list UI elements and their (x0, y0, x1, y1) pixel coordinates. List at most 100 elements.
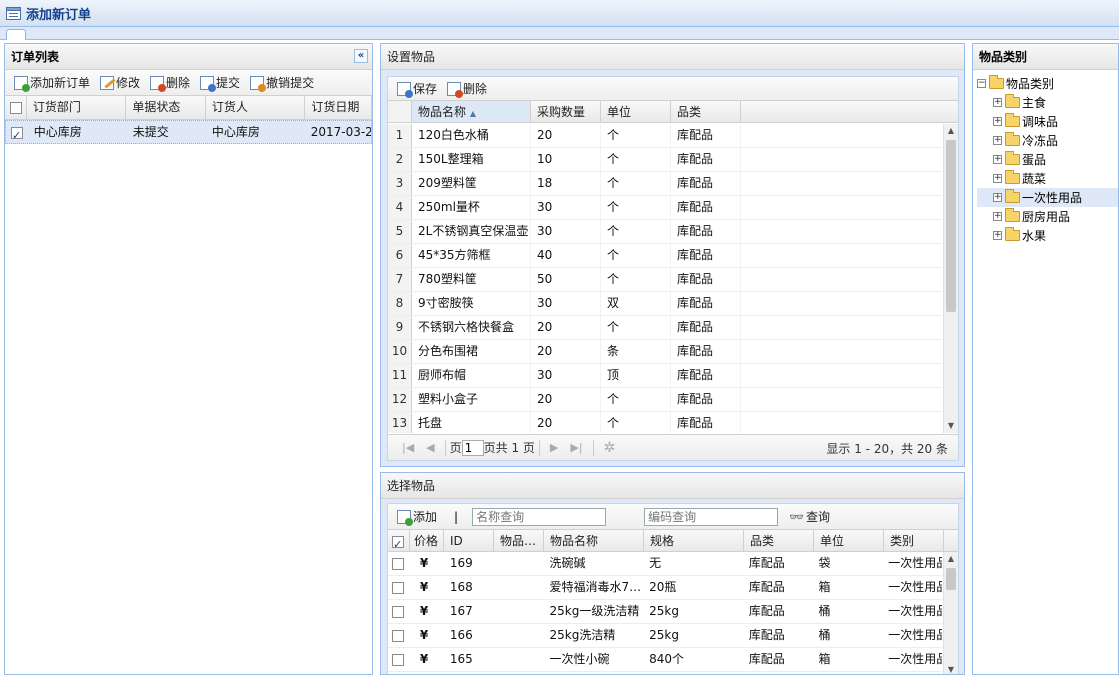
item-row[interactable]: 5 2L不锈钢真空保温壶 30 个库配品 (388, 220, 942, 244)
order-row-checkbox[interactable] (11, 124, 23, 143)
save-button[interactable]: 保存 (394, 79, 440, 99)
select-all-cell[interactable] (5, 96, 27, 119)
item-row[interactable]: 10 分色布围裙 20 条库配品 (388, 340, 942, 364)
expand-icon[interactable]: + (993, 193, 1002, 202)
expand-icon[interactable]: + (993, 117, 1002, 126)
item-row[interactable]: 8 9寸密胺筷 30 双库配品 (388, 292, 942, 316)
col-price[interactable]: 价格 (410, 530, 444, 551)
tree-item[interactable]: + 蛋品 (977, 150, 1118, 169)
select-row-check-cell[interactable] (388, 624, 410, 647)
expand-icon[interactable]: + (993, 136, 1002, 145)
scroll-thumb[interactable] (946, 568, 956, 590)
settings-scrollbar[interactable]: ▲ ▼ (943, 124, 958, 433)
tree-item[interactable]: + 冷冻品 (977, 131, 1118, 150)
col-unit[interactable]: 单位 (601, 101, 671, 122)
tree-item[interactable]: + 蔬菜 (977, 169, 1118, 188)
item-row[interactable]: 7 780塑料筐 50 个库配品 (388, 268, 942, 292)
item-row[interactable]: 3 209塑料筐 18 个库配品 (388, 172, 942, 196)
code-search-input[interactable] (644, 507, 779, 526)
scroll-down-icon[interactable]: ▼ (944, 419, 958, 433)
select-row[interactable]: ¥167 25kg一级洗洁精 25kg 库配品 桶 一次性用品 (388, 600, 942, 624)
col-spec[interactable]: 规格 (644, 530, 744, 551)
delete-item-button[interactable]: 删除 (444, 79, 490, 99)
price-icon[interactable]: ¥ (410, 600, 444, 623)
next-page-icon[interactable]: ▶ (550, 441, 558, 454)
expand-icon[interactable]: + (993, 155, 1002, 164)
order-row-check-cell[interactable] (6, 121, 28, 143)
select-row-check-cell[interactable] (388, 648, 410, 671)
add-item-button[interactable]: 添加 (394, 507, 440, 527)
select-all-items-checkbox[interactable] (392, 533, 404, 551)
first-page-icon[interactable]: |◀ (402, 441, 414, 454)
tree-item[interactable]: + 调味品 (977, 112, 1118, 131)
select-all-items-cell[interactable] (388, 530, 410, 551)
tab-main[interactable] (6, 29, 26, 40)
expand-icon[interactable]: + (993, 174, 1002, 183)
select-scrollbar[interactable]: ▲ ▼ (943, 552, 958, 674)
col-unit2[interactable]: 单位 (814, 530, 884, 551)
tree-item[interactable]: + 厨房用品 (977, 207, 1118, 226)
price-icon[interactable]: ¥ (410, 552, 444, 575)
select-all-checkbox[interactable] (10, 101, 22, 114)
item-row[interactable]: 4 250ml量杯 30 个库配品 (388, 196, 942, 220)
price-icon[interactable]: ¥ (410, 576, 444, 599)
col-category[interactable]: 品类 (744, 530, 814, 551)
item-row[interactable]: 11 厨师布帽 30 顶库配品 (388, 364, 942, 388)
add-order-button[interactable]: 添加新订单 (11, 73, 93, 93)
tree-root[interactable]: − 物品类别 (977, 74, 1118, 93)
item-row[interactable]: 12 塑料小盒子 20 个库配品 (388, 388, 942, 412)
scroll-up-icon[interactable]: ▲ (944, 124, 958, 138)
select-row-checkbox[interactable] (392, 557, 404, 570)
item-row[interactable]: 6 45*35方筛框 40 个库配品 (388, 244, 942, 268)
col-cat[interactable]: 品类 (671, 101, 741, 122)
select-row-checkbox[interactable] (392, 581, 404, 594)
item-row[interactable]: 1 120白色水桶 20 个库配品 (388, 124, 942, 148)
price-icon[interactable]: ¥ (410, 648, 444, 671)
revoke-submit-button[interactable]: 撤销提交 (247, 73, 317, 93)
select-row[interactable]: ¥169 洗碗碱 无 库配品 袋 一次性用品 (388, 552, 942, 576)
scroll-thumb[interactable] (946, 140, 956, 312)
col-type[interactable]: 类别 (884, 530, 944, 551)
col-id[interactable]: ID (444, 530, 494, 551)
col-code[interactable]: 物品… (494, 530, 544, 551)
select-row[interactable]: ¥166 25kg洗洁精 25kg 库配品 桶 一次性用品 (388, 624, 942, 648)
col-status[interactable]: 单据状态 (126, 96, 206, 119)
select-row[interactable]: ¥168 爱特福消毒水7… 20瓶 库配品 箱 一次性用品 (388, 576, 942, 600)
item-row[interactable]: 13 托盘 20 个库配品 (388, 412, 942, 433)
select-row[interactable]: ¥165 一次性小碗 840个 库配品 箱 一次性用品 (388, 648, 942, 672)
expand-icon[interactable]: + (993, 231, 1002, 240)
col-item-name[interactable]: 物品名称 ▲ (412, 101, 531, 122)
tree-item[interactable]: + 一次性用品 (977, 188, 1118, 207)
expand-icon[interactable]: + (993, 212, 1002, 221)
select-row-check-cell[interactable] (388, 552, 410, 575)
select-row-checkbox[interactable] (392, 605, 404, 618)
item-row[interactable]: 9 不锈钢六格快餐盒 20 个库配品 (388, 316, 942, 340)
col-qty[interactable]: 采购数量 (531, 101, 601, 122)
submit-order-button[interactable]: 提交 (197, 73, 243, 93)
col-dept[interactable]: 订货部门 (27, 96, 127, 119)
collapse-icon[interactable]: − (977, 79, 986, 88)
prev-page-icon[interactable]: ◀ (426, 441, 434, 454)
tree-item[interactable]: + 主食 (977, 93, 1118, 112)
name-search-input[interactable] (472, 507, 607, 526)
select-row-checkbox[interactable] (392, 629, 404, 642)
price-icon[interactable]: ¥ (410, 624, 444, 647)
scroll-down-icon[interactable]: ▼ (944, 663, 958, 674)
col-name[interactable]: 物品名称 (544, 530, 644, 551)
refresh-icon[interactable]: ✲ (604, 440, 616, 456)
delete-order-button[interactable]: 删除 (147, 73, 193, 93)
select-row-check-cell[interactable] (388, 576, 410, 599)
tree-item[interactable]: + 水果 (977, 226, 1118, 245)
col-person[interactable]: 订货人 (206, 96, 306, 119)
item-row[interactable]: 2 150L整理箱 10 个库配品 (388, 148, 942, 172)
edit-order-button[interactable]: 修改 (97, 73, 143, 93)
order-row[interactable]: 中心库房 未提交 中心库房 2017-03-2 (5, 120, 372, 144)
select-row-checkbox[interactable] (392, 653, 404, 666)
page-input[interactable] (461, 439, 484, 456)
query-button[interactable]: 👓 查询 (786, 507, 833, 527)
select-row-check-cell[interactable] (388, 600, 410, 623)
expand-icon[interactable]: + (993, 98, 1002, 107)
scroll-up-icon[interactable]: ▲ (944, 552, 958, 566)
collapse-left-button[interactable]: « (354, 49, 368, 63)
last-page-icon[interactable]: ▶| (570, 441, 582, 454)
